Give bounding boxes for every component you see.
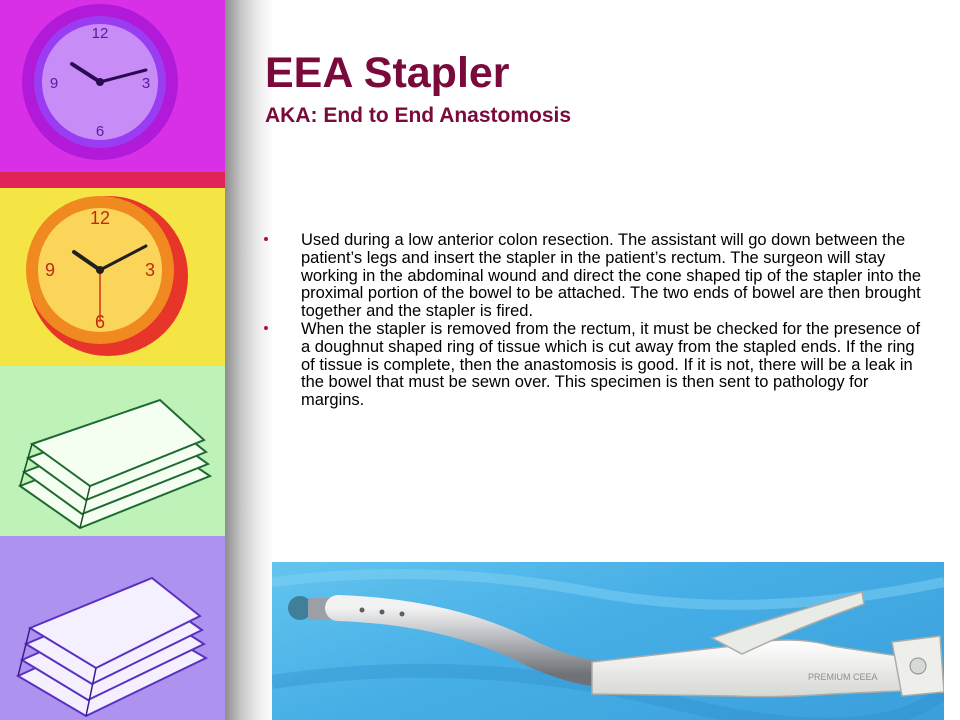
svg-text:3: 3: [142, 75, 150, 92]
decorative-image-strip: 12 3 6 9 12 3 6 9: [0, 0, 225, 720]
wall-clock-icon: 12 3 6 9: [0, 188, 225, 366]
bullet-text: Used during a low anterior colon resecti…: [301, 231, 922, 321]
slide-subtitle: AKA: End to End Anastomosis: [265, 104, 572, 127]
wall-clock-icon: 12 3 6 9: [0, 0, 225, 172]
slide: 12 3 6 9 12 3 6 9: [0, 0, 960, 720]
papers-tile-violet: [0, 536, 225, 720]
svg-text:12: 12: [92, 25, 109, 42]
slide-title: EEA Stapler: [265, 49, 510, 97]
bullet-list: Used during a low anterior colon resecti…: [262, 231, 922, 410]
svg-text:3: 3: [145, 260, 155, 280]
bullet-text: When the stapler is removed from the rec…: [301, 319, 921, 410]
svg-text:12: 12: [90, 208, 110, 228]
bullet-marker: [264, 237, 268, 241]
color-divider: [0, 172, 225, 188]
bullet-item: Used during a low anterior colon resecti…: [262, 231, 922, 321]
svg-text:6: 6: [96, 123, 104, 140]
svg-text:PREMIUM CEEA: PREMIUM CEEA: [808, 672, 878, 682]
clock-tile-yellow: 12 3 6 9: [0, 188, 225, 366]
bullet-item: When the stapler is removed from the rec…: [262, 319, 922, 410]
eea-stapler-illustration: PREMIUM CEEA: [272, 569, 944, 720]
papers-tile-green: [0, 366, 225, 536]
stapler-photo: PREMIUM CEEA: [272, 562, 944, 720]
paper-stack-icon: [0, 536, 225, 720]
svg-text:9: 9: [45, 260, 55, 280]
svg-text:9: 9: [50, 75, 58, 92]
paper-stack-icon: [0, 366, 225, 536]
bullet-marker: [264, 325, 268, 330]
clock-tile-magenta: 12 3 6 9: [0, 0, 225, 172]
